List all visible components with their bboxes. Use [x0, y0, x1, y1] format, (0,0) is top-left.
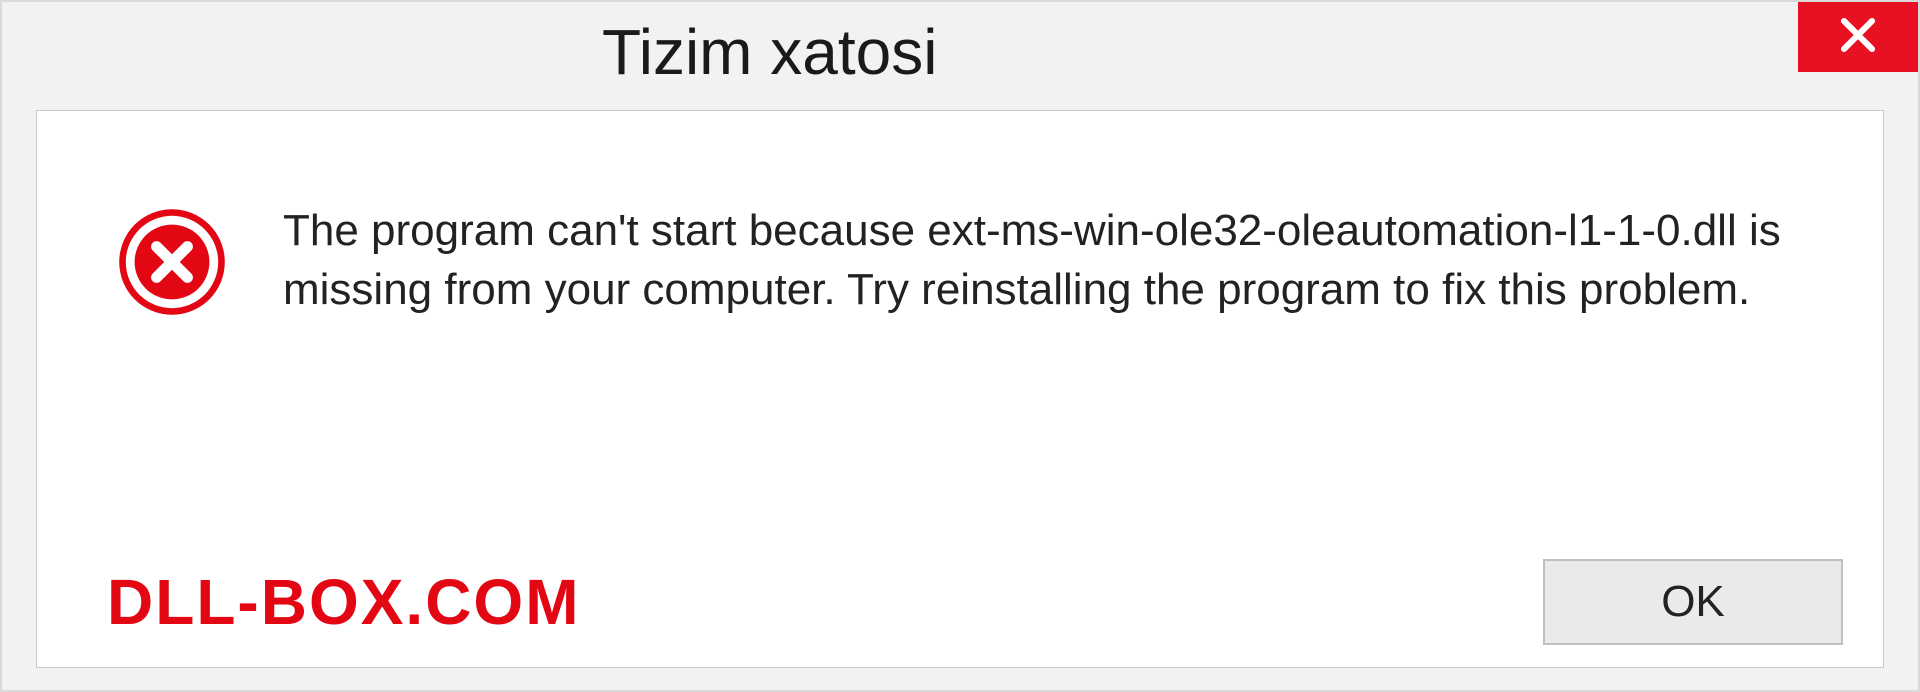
- dialog-title: Tizim xatosi: [602, 15, 937, 89]
- titlebar: Tizim xatosi: [2, 2, 1918, 102]
- ok-button[interactable]: OK: [1543, 559, 1843, 645]
- ok-button-label: OK: [1661, 577, 1725, 627]
- content-panel: The program can't start because ext-ms-w…: [36, 110, 1884, 668]
- error-message: The program can't start because ext-ms-w…: [283, 201, 1803, 320]
- dialog-footer: DLL-BOX.COM OK: [37, 559, 1883, 645]
- watermark-text: DLL-BOX.COM: [107, 565, 581, 639]
- error-icon: [117, 207, 227, 317]
- close-button[interactable]: [1798, 2, 1918, 72]
- message-area: The program can't start because ext-ms-w…: [37, 111, 1883, 320]
- close-icon: [1837, 14, 1879, 61]
- error-dialog: Tizim xatosi The program can't start bec…: [0, 0, 1920, 692]
